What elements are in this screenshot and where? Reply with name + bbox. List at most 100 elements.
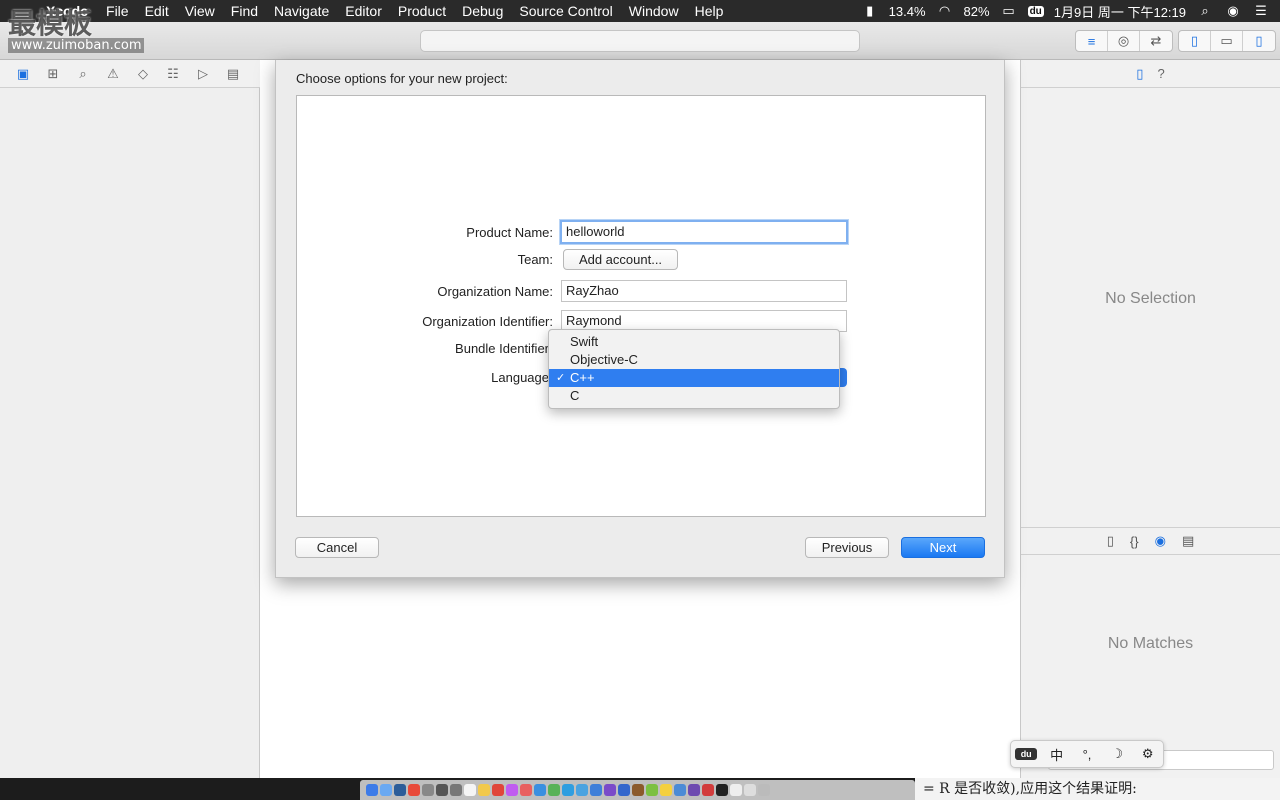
- downloads-icon[interactable]: [744, 784, 756, 796]
- code-snippet-library-icon[interactable]: {}: [1130, 534, 1139, 549]
- music-icon[interactable]: [506, 784, 518, 796]
- find-navigator-icon[interactable]: ⌕: [74, 66, 92, 82]
- activity-viewer: [420, 30, 860, 52]
- version-editor-icon[interactable]: ⇄: [1140, 31, 1172, 51]
- finder-icon[interactable]: [366, 784, 378, 796]
- status-area: ▮ 13.4% ◠ 82% ▭ du 1月9日 周一 下午12:19 ⌕ ◉ ☰: [861, 2, 1280, 21]
- team-label: Team:: [517, 252, 553, 267]
- siri-icon[interactable]: ◉: [1224, 3, 1242, 19]
- menu-help[interactable]: Help: [687, 3, 732, 19]
- standard-editor-icon[interactable]: ≡: [1076, 31, 1108, 51]
- no-selection-label: No Selection: [1105, 290, 1196, 307]
- calendar-icon[interactable]: [422, 784, 434, 796]
- menu-find[interactable]: Find: [223, 3, 266, 19]
- stickies-icon[interactable]: [478, 784, 490, 796]
- product-name-input[interactable]: helloworld: [560, 220, 848, 244]
- app-folder-icon[interactable]: [674, 784, 686, 796]
- menu-file[interactable]: File: [98, 3, 137, 19]
- language-option-label: C: [570, 388, 580, 403]
- terminal-app-icon[interactable]: [450, 784, 462, 796]
- spotlight-icon[interactable]: ⌕: [1196, 3, 1214, 19]
- preview-icon[interactable]: [534, 784, 546, 796]
- photos-icon[interactable]: [520, 784, 532, 796]
- organization-name-input[interactable]: RayZhao: [561, 280, 847, 302]
- keynote-icon[interactable]: [562, 784, 574, 796]
- app-red-icon[interactable]: [492, 784, 504, 796]
- safari-icon[interactable]: [380, 784, 392, 796]
- file-inspector-icon[interactable]: ▯: [1136, 66, 1143, 82]
- app-brown-icon[interactable]: [632, 784, 644, 796]
- breakpoint-navigator-icon[interactable]: ▷: [194, 66, 212, 82]
- chrome-icon[interactable]: [408, 784, 420, 796]
- activity-monitor-icon[interactable]: [436, 784, 448, 796]
- cpu-usage: 13.4%: [888, 3, 926, 19]
- menu-debug[interactable]: Debug: [454, 3, 511, 19]
- terminal-icon[interactable]: [716, 784, 728, 796]
- debug-area-toggle-icon[interactable]: ▭: [1211, 31, 1243, 51]
- menu-product[interactable]: Product: [390, 3, 454, 19]
- project-navigator-icon[interactable]: ▣: [14, 66, 32, 82]
- ime-toolbar: du 中 °, ☽ ⚙: [1010, 740, 1164, 768]
- language-option-c[interactable]: C: [549, 387, 839, 405]
- test-navigator-icon[interactable]: ◇: [134, 66, 152, 82]
- ime-night-mode-icon[interactable]: ☽: [1106, 746, 1128, 762]
- file-template-library-icon[interactable]: ▯: [1107, 533, 1114, 549]
- trash-icon[interactable]: [758, 784, 770, 796]
- cancel-button[interactable]: Cancel: [295, 537, 379, 558]
- numbers-icon[interactable]: [548, 784, 560, 796]
- language-option-objc[interactable]: Objective-C: [549, 351, 839, 369]
- watermark-url: www.zuimoban.com: [8, 38, 145, 53]
- network-icon[interactable]: [394, 784, 406, 796]
- utilities-toggle-icon[interactable]: ▯: [1243, 31, 1275, 51]
- language-option-label: Swift: [570, 334, 599, 349]
- menu-view[interactable]: View: [177, 3, 223, 19]
- media-library-icon[interactable]: ▤: [1182, 533, 1194, 549]
- watermark: 最模板 www.zuimoban.com: [8, 2, 145, 53]
- object-library-icon[interactable]: ◉: [1155, 533, 1166, 549]
- navigator-selector-bar: ▣ ⊞ ⌕ ⚠ ◇ ☷ ▷ ▤: [0, 60, 260, 88]
- wechat-icon[interactable]: [646, 784, 658, 796]
- notification-center-icon[interactable]: ☰: [1252, 3, 1270, 19]
- report-navigator-icon[interactable]: ▤: [224, 66, 242, 82]
- xcode-icon[interactable]: [590, 784, 602, 796]
- add-account-button[interactable]: Add account...: [563, 249, 678, 270]
- document-icon[interactable]: [730, 784, 742, 796]
- quick-help-icon[interactable]: ?: [1157, 66, 1164, 81]
- netease-music-icon[interactable]: [702, 784, 714, 796]
- ime-punctuation-toggle[interactable]: °,: [1076, 747, 1098, 762]
- baidu-ime-logo-icon[interactable]: du: [1015, 748, 1038, 760]
- inspector-tabs: ▯ ?: [1021, 60, 1280, 88]
- menu-source-control[interactable]: Source Control: [511, 3, 620, 19]
- menu-edit[interactable]: Edit: [137, 3, 177, 19]
- menu-navigate[interactable]: Navigate: [266, 3, 337, 19]
- assistant-editor-icon[interactable]: ◎: [1108, 31, 1140, 51]
- app-blue-icon[interactable]: [618, 784, 630, 796]
- next-button[interactable]: Next: [901, 537, 985, 558]
- battery-icon[interactable]: ▭: [1000, 3, 1018, 19]
- language-option-swift[interactable]: Swift: [549, 333, 839, 351]
- notes-icon[interactable]: [464, 784, 476, 796]
- language-option-cpp[interactable]: ✓ C++: [549, 369, 839, 387]
- baidu-ime-icon[interactable]: du: [1027, 5, 1044, 17]
- previous-button[interactable]: Previous: [805, 537, 889, 558]
- app-purple-icon[interactable]: [688, 784, 700, 796]
- ime-settings-icon[interactable]: ⚙: [1137, 746, 1159, 762]
- clock[interactable]: 1月9日 周一 下午12:19: [1054, 2, 1186, 21]
- navigator-toggle-icon[interactable]: ▯: [1179, 31, 1211, 51]
- menu-window[interactable]: Window: [621, 3, 687, 19]
- menu-editor[interactable]: Editor: [337, 3, 390, 19]
- debug-navigator-icon[interactable]: ☷: [164, 66, 182, 82]
- qq-icon[interactable]: [660, 784, 672, 796]
- cpu-meter-icon[interactable]: ▮: [861, 3, 879, 19]
- language-label: Language: [491, 370, 549, 385]
- issue-navigator-icon[interactable]: ⚠: [104, 66, 122, 82]
- sheet-title: Choose options for your new project:: [296, 71, 508, 86]
- background-document-text: = R 是否收敛),应用这个结果证明:: [915, 778, 1280, 800]
- app-store-icon[interactable]: [576, 784, 588, 796]
- symbol-navigator-icon[interactable]: ⊞: [44, 66, 62, 82]
- vscode-icon[interactable]: [604, 784, 616, 796]
- watermark-logo: 最模板: [8, 7, 93, 40]
- wifi-icon[interactable]: ◠: [936, 3, 954, 19]
- view-toggle-segment: ▯ ▭ ▯: [1178, 30, 1276, 52]
- ime-chinese-toggle[interactable]: 中: [1046, 745, 1068, 764]
